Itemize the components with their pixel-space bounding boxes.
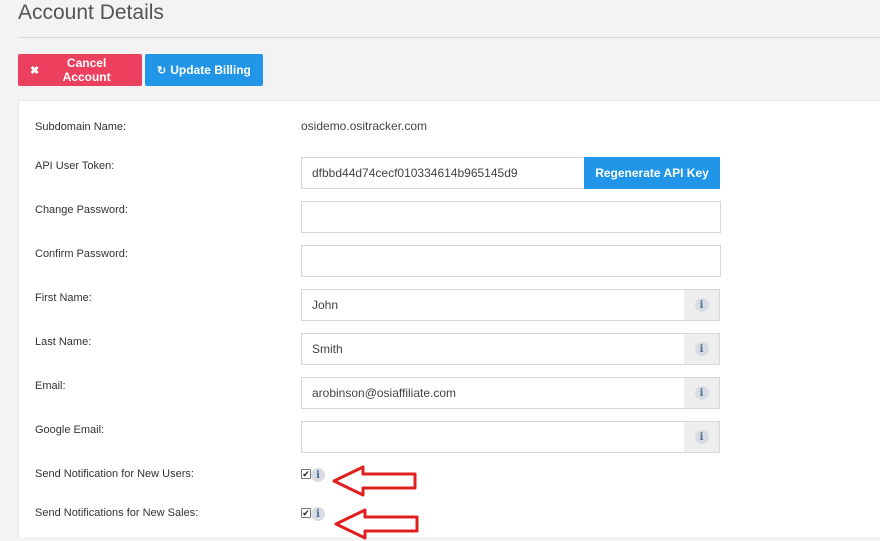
notify-new-users-checkbox[interactable]: ✔	[301, 469, 311, 479]
first-name-label: First Name:	[35, 292, 92, 304]
notify-new-sales-label: Send Notifications for New Sales:	[35, 507, 199, 519]
google-email-label: Google Email:	[35, 424, 105, 436]
notify-new-users-label: Send Notification for New Users:	[35, 468, 194, 480]
page-title: Account Details	[18, 1, 164, 24]
info-icon: i	[694, 342, 709, 356]
last-name-label: Last Name:	[35, 336, 92, 348]
action-bar: ✖ Cancel Account ↻ Update Billing	[18, 54, 263, 86]
change-password-label: Change Password:	[35, 204, 128, 216]
first-name-field[interactable]: John	[301, 289, 685, 321]
info-icon: i	[694, 298, 709, 312]
info-icon[interactable]: i	[311, 507, 325, 521]
google-email-info-button[interactable]: i	[684, 421, 720, 453]
annotation-arrow-icon	[334, 508, 419, 540]
api-token-label: API User Token:	[35, 160, 115, 172]
close-icon: ✖	[30, 64, 40, 77]
regenerate-api-key-button[interactable]: Regenerate API Key	[584, 157, 720, 189]
last-name-field[interactable]: Smith	[301, 333, 685, 365]
cancel-account-label: Cancel Account	[62, 56, 111, 84]
api-token-field[interactable]: dfbbd44d74cecf010334614b965145d9	[301, 157, 585, 189]
last-name-info-button[interactable]: i	[684, 333, 720, 365]
confirm-password-label: Confirm Password:	[35, 248, 128, 260]
subdomain-label: Subdomain Name:	[35, 121, 127, 133]
refresh-icon: ↻	[157, 64, 167, 77]
update-billing-label: Update Billing	[170, 63, 251, 77]
change-password-field[interactable]	[301, 201, 721, 233]
annotation-arrow-icon	[332, 465, 417, 497]
notify-new-sales-checkbox[interactable]: ✔	[301, 508, 311, 518]
info-icon: i	[694, 430, 709, 444]
first-name-info-button[interactable]: i	[684, 289, 720, 321]
confirm-password-field[interactable]	[301, 245, 721, 277]
email-label: Email:	[35, 380, 66, 392]
info-icon: i	[694, 386, 709, 400]
title-divider	[18, 37, 880, 38]
email-info-button[interactable]: i	[684, 377, 720, 409]
email-field[interactable]: arobinson@osiaffiliate.com	[301, 377, 685, 409]
update-billing-button[interactable]: ↻ Update Billing	[145, 54, 263, 86]
google-email-field[interactable]	[301, 421, 685, 453]
account-form-panel: Subdomain Name: osidemo.ositracker.com A…	[18, 100, 880, 540]
cancel-account-button[interactable]: ✖ Cancel Account	[18, 54, 142, 86]
info-icon[interactable]: i	[311, 468, 325, 482]
subdomain-value: osidemo.ositracker.com	[301, 119, 428, 133]
